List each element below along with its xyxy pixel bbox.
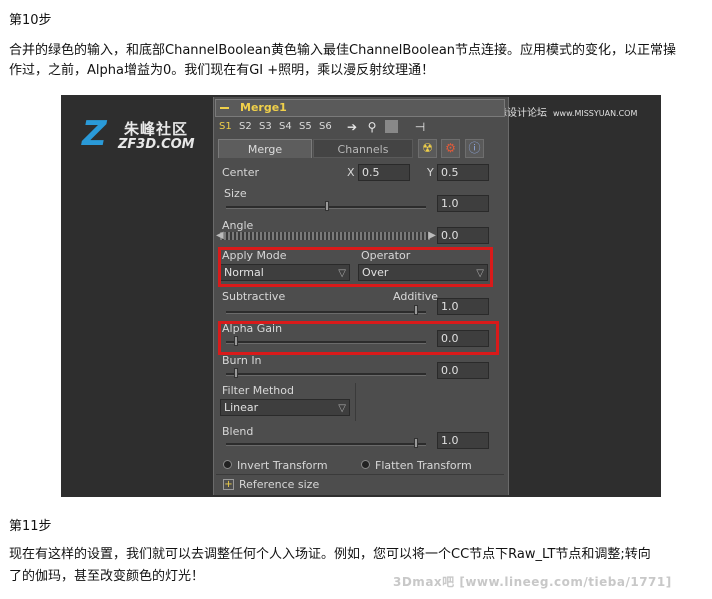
additive-label: Additive [393, 290, 438, 303]
sub-add-slider[interactable] [226, 311, 426, 314]
center-y-input[interactable]: 0.5 [437, 164, 489, 181]
paragraph-1-line-2: 作过，之前，Alpha增益为0。我们现在有GI +照明，乘以漫反射纹理通！ [9, 63, 435, 78]
panel-header[interactable]: Merge1 [215, 99, 505, 117]
sub-add-input[interactable]: 1.0 [437, 298, 489, 315]
filter-separator [355, 383, 356, 421]
sub-add-slider-thumb[interactable] [414, 305, 418, 315]
filter-method-select[interactable]: Linear ▽ [220, 399, 350, 416]
burn-in-slider[interactable] [226, 373, 426, 376]
save-icon[interactable] [385, 120, 398, 133]
burn-in-label: Burn In [222, 354, 262, 367]
watermark-bottom: 3Dmax吧 [www.lineeg.com/tieba/1771] [393, 575, 672, 589]
tab-s4[interactable]: S4 [279, 121, 292, 132]
expand-plus-icon[interactable]: + [223, 479, 234, 490]
blend-slider-thumb[interactable] [414, 438, 418, 448]
paragraph-2-line-1: 现在有这样的设置，我们就可以去调整任何个人入场证。例如，您可以将一个CC节点下R… [9, 547, 651, 562]
tab-merge[interactable]: Merge [218, 139, 312, 158]
logo-cn-text: 朱峰社区 [124, 120, 189, 138]
size-label: Size [224, 187, 247, 200]
tab-s2[interactable]: S2 [239, 121, 252, 132]
center-label: Center [222, 166, 260, 179]
blend-label: Blend [222, 425, 254, 438]
center-x-label: X [347, 166, 355, 179]
size-slider-thumb[interactable] [325, 201, 329, 211]
filter-method-label: Filter Method [222, 384, 294, 397]
tab-s3[interactable]: S3 [259, 121, 272, 132]
step-10-title: 第10步 [9, 13, 52, 28]
tab-s1[interactable]: S1 [219, 121, 232, 132]
panel-title: Merge1 [240, 101, 287, 114]
subtractive-label: Subtractive [222, 290, 286, 303]
tab-s6[interactable]: S6 [319, 121, 332, 132]
blend-input[interactable]: 1.0 [437, 432, 489, 449]
angle-label: Angle [222, 219, 254, 232]
invert-transform-radio[interactable] [223, 460, 232, 469]
flatten-transform-label[interactable]: Flatten Transform [375, 459, 472, 472]
site-logo: Z 朱峰社区 ZF3D.COM [82, 115, 207, 157]
logo-en-text: ZF3D.COM [118, 137, 195, 152]
info-icon[interactable]: ⓘ [465, 139, 484, 158]
invert-transform-label[interactable]: Invert Transform [237, 459, 328, 472]
blend-slider[interactable] [226, 443, 426, 446]
angle-wheel[interactable]: ◀ ▶ [216, 230, 436, 241]
collapse-icon[interactable] [220, 107, 229, 109]
burn-in-input[interactable]: 0.0 [437, 362, 489, 379]
tab-s5[interactable]: S5 [299, 121, 312, 132]
key-icon[interactable]: ⚲ [364, 119, 380, 135]
chevron-down-icon: ▽ [338, 403, 346, 414]
flatten-transform-radio[interactable] [361, 460, 370, 469]
tab-channels[interactable]: Channels [313, 139, 413, 158]
step-11-title: 第11步 [9, 519, 52, 534]
pin-icon[interactable]: ⊣ [412, 119, 428, 135]
center-x-input[interactable]: 0.5 [358, 164, 410, 181]
highlight-apply-mode [218, 247, 493, 287]
center-y-label: Y [427, 166, 434, 179]
radiation-icon[interactable]: ☢ [418, 139, 437, 158]
burn-in-slider-thumb[interactable] [234, 368, 238, 378]
paragraph-1-line-1: 合并的绿色的输入，和底部ChannelBoolean黄色输入最佳ChannelB… [9, 43, 677, 58]
highlight-alpha-gain [218, 321, 499, 355]
paragraph-2-line-2: 了的伽玛，甚至改变颜色的灯光！ [9, 569, 205, 584]
reference-size-label[interactable]: Reference size [239, 478, 319, 491]
watermark-top-right: 思缘设计论坛 www.MISSYUAN.COM [487, 104, 637, 119]
filter-method-value: Linear [224, 401, 259, 414]
watermark-top-site: www.MISSYUAN.COM [553, 109, 638, 118]
logo-z-icon: Z [82, 114, 107, 154]
angle-left-arrow-icon[interactable]: ◀ [216, 230, 224, 241]
angle-input[interactable]: 0.0 [437, 227, 489, 244]
angle-right-arrow-icon[interactable]: ▶ [428, 230, 436, 241]
gear-icon[interactable]: ⚙ [441, 139, 460, 158]
arrow-right-icon[interactable]: ➔ [344, 119, 360, 135]
reference-separator [216, 474, 504, 475]
size-input[interactable]: 1.0 [437, 195, 489, 212]
